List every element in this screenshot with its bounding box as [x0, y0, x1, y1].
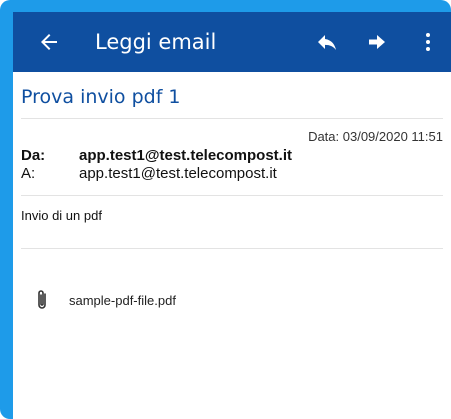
divider [21, 195, 443, 196]
to-label: A: [21, 165, 36, 182]
email-date: Data: 03/09/2020 11:51 [308, 129, 443, 144]
paperclip-icon [38, 290, 46, 309]
from-label: Da: [21, 147, 46, 164]
to-row: A: app.test1@test.telecompost.it [21, 165, 277, 182]
more-vertical-icon [426, 33, 430, 51]
attachment-filename: sample-pdf-file.pdf [69, 292, 176, 308]
page-title: Leggi email [95, 30, 217, 54]
arrow-left-icon [41, 34, 57, 50]
email-subject: Prova invio pdf 1 [21, 86, 181, 108]
attachment-item[interactable]: sample-pdf-file.pdf [33, 288, 176, 312]
from-row: Da: app.test1@test.telecompost.it [21, 147, 292, 164]
email-screen: Leggi email Prova invio pdf 1 Data: 03/0… [13, 12, 451, 419]
forward-arrow-icon [369, 35, 385, 49]
email-body: Invio di un pdf [21, 208, 102, 223]
divider [21, 118, 443, 119]
divider [21, 248, 443, 249]
to-address: app.test1@test.telecompost.it [79, 165, 277, 182]
back-button[interactable] [37, 30, 61, 54]
reply-button[interactable] [315, 30, 339, 54]
app-bar: Leggi email [13, 12, 451, 72]
from-address: app.test1@test.telecompost.it [79, 147, 293, 164]
more-options-button[interactable] [416, 30, 440, 54]
forward-button[interactable] [365, 30, 389, 54]
device-frame: Leggi email Prova invio pdf 1 Data: 03/0… [0, 0, 451, 419]
reply-icon [318, 35, 336, 50]
